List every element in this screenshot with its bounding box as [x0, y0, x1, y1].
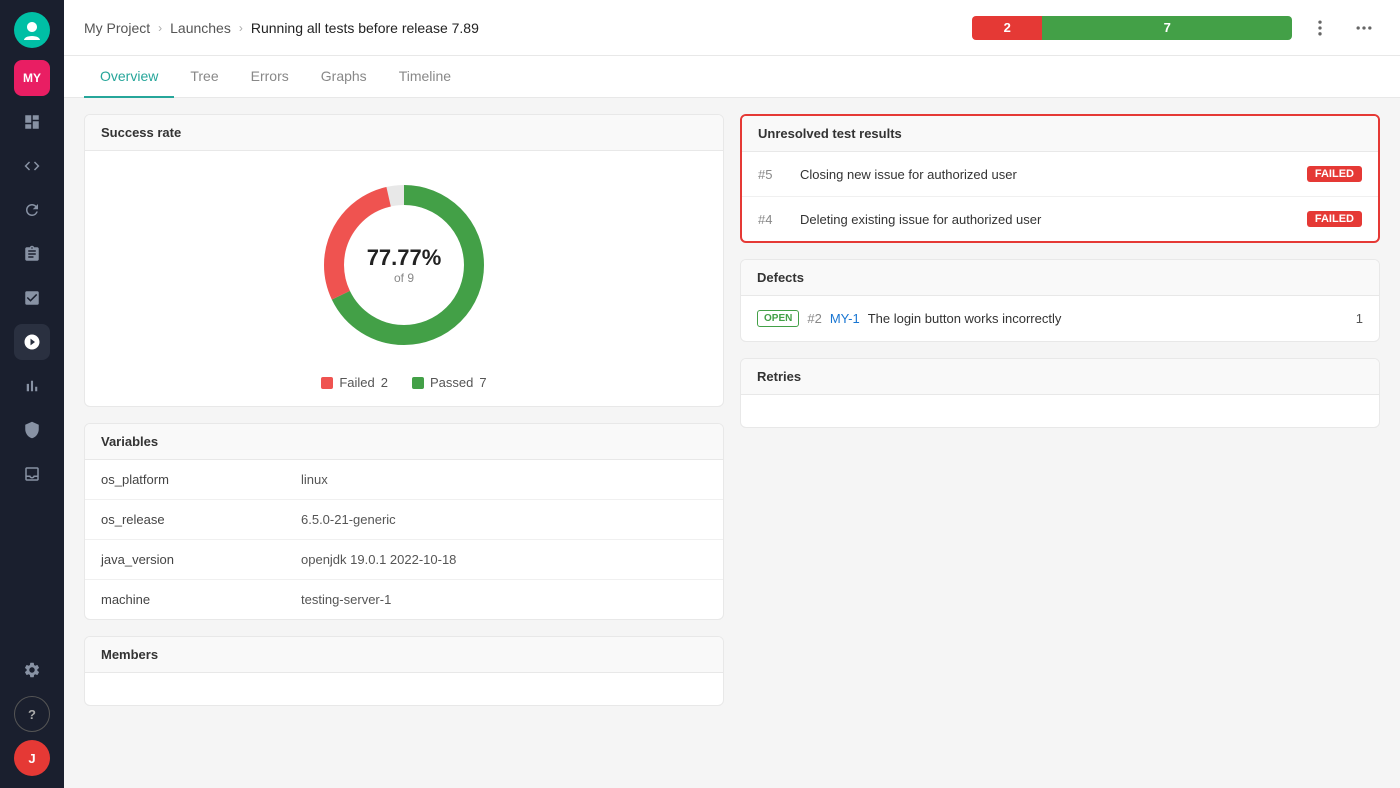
success-rate-card: Success rate 77.77% of — [84, 114, 724, 407]
defect-count: 1 — [1356, 311, 1363, 326]
header: My Project › Launches › Running all test… — [64, 0, 1400, 56]
launch-icon[interactable] — [14, 324, 50, 360]
members-body — [85, 673, 723, 705]
unresolved-name-2: Deleting existing issue for authorized u… — [800, 212, 1295, 227]
variables-body: os_platform linux os_release 6.5.0-21-ge… — [85, 460, 723, 619]
failed-badge-2: FAILED — [1307, 211, 1362, 227]
unresolved-card: Unresolved test results #5 Closing new i… — [740, 114, 1380, 243]
failed-dot — [321, 377, 333, 389]
legend-failed-label: Failed — [339, 375, 374, 390]
tab-overview[interactable]: Overview — [84, 56, 174, 98]
defect-row-1: OPEN #2 MY-1 The login button works inco… — [757, 310, 1363, 327]
unresolved-header: Unresolved test results — [742, 116, 1378, 152]
header-right: 2 7 — [972, 12, 1380, 44]
overall-progress-bar: 2 7 — [972, 16, 1292, 40]
var-row-os-platform: os_platform linux — [85, 460, 723, 500]
tab-graphs[interactable]: Graphs — [305, 56, 383, 98]
user-avatar[interactable]: J — [14, 740, 50, 776]
variables-card: Variables os_platform linux os_release 6… — [84, 423, 724, 620]
defect-name: The login button works incorrectly — [868, 311, 1348, 326]
clipboard-icon[interactable] — [14, 236, 50, 272]
breadcrumb-sep-2: › — [239, 21, 243, 35]
defect-link[interactable]: MY-1 — [830, 311, 860, 326]
main-content: My Project › Launches › Running all test… — [64, 0, 1400, 788]
more-btn[interactable] — [1348, 12, 1380, 44]
inbox-icon[interactable] — [14, 456, 50, 492]
failed-badge-1: FAILED — [1307, 166, 1362, 182]
retries-header: Retries — [741, 359, 1379, 395]
my-project-avatar[interactable]: MY — [14, 60, 50, 96]
breadcrumb-launches[interactable]: Launches — [170, 20, 231, 36]
var-key-java-version: java_version — [85, 540, 285, 579]
content-area: Success rate 77.77% of — [64, 98, 1400, 788]
unresolved-num-2: #4 — [758, 212, 788, 227]
donut-chart: 77.77% of 9 — [314, 175, 494, 355]
var-row-os-release: os_release 6.5.0-21-generic — [85, 500, 723, 540]
success-rate-header: Success rate — [85, 115, 723, 151]
tab-timeline[interactable]: Timeline — [383, 56, 467, 98]
left-column: Success rate 77.77% of — [84, 114, 724, 772]
members-header: Members — [85, 637, 723, 673]
legend-failed-value: 2 — [381, 375, 388, 390]
success-rate-body: 77.77% of 9 Failed 2 Passed — [85, 151, 723, 406]
settings-btn[interactable] — [1304, 12, 1336, 44]
right-column: Unresolved test results #5 Closing new i… — [740, 114, 1380, 772]
sidebar: MY ? J — [0, 0, 64, 788]
shield-icon[interactable] — [14, 412, 50, 448]
breadcrumb-sep-1: › — [158, 21, 162, 35]
breadcrumb: My Project › Launches › Running all test… — [84, 20, 479, 36]
passed-dot — [412, 377, 424, 389]
donut-of: of 9 — [367, 271, 442, 285]
passed-count: 7 — [1042, 16, 1292, 40]
var-row-java-version: java_version openjdk 19.0.1 2022-10-18 — [85, 540, 723, 580]
var-val-os-platform: linux — [285, 460, 723, 499]
unresolved-num-1: #5 — [758, 167, 788, 182]
tab-tree[interactable]: Tree — [174, 56, 234, 98]
unresolved-row-2: #4 Deleting existing issue for authorize… — [742, 197, 1378, 241]
var-key-os-release: os_release — [85, 500, 285, 539]
var-val-os-release: 6.5.0-21-generic — [285, 500, 723, 539]
tabs: Overview Tree Errors Graphs Timeline — [64, 56, 1400, 98]
open-badge: OPEN — [757, 310, 799, 327]
legend-passed: Passed 7 — [412, 375, 487, 390]
defects-card: Defects OPEN #2 MY-1 The login button wo… — [740, 259, 1380, 342]
donut-percent: 77.77% — [367, 245, 442, 271]
app-logo[interactable] — [14, 12, 50, 48]
settings-icon[interactable] — [14, 652, 50, 688]
var-row-machine: machine testing-server-1 — [85, 580, 723, 619]
breadcrumb-project[interactable]: My Project — [84, 20, 150, 36]
chart-legend: Failed 2 Passed 7 — [321, 375, 486, 390]
var-key-machine: machine — [85, 580, 285, 619]
help-icon[interactable]: ? — [14, 696, 50, 732]
breadcrumb-current: Running all tests before release 7.89 — [251, 20, 479, 36]
members-card: Members — [84, 636, 724, 706]
donut-center: 77.77% of 9 — [367, 245, 442, 285]
bar-chart-icon[interactable] — [14, 368, 50, 404]
defects-body: OPEN #2 MY-1 The login button works inco… — [741, 296, 1379, 341]
legend-passed-label: Passed — [430, 375, 473, 390]
unresolved-row-1: #5 Closing new issue for authorized user… — [742, 152, 1378, 197]
retries-body — [741, 395, 1379, 427]
tab-errors[interactable]: Errors — [235, 56, 305, 98]
defects-header: Defects — [741, 260, 1379, 296]
failed-count: 2 — [972, 16, 1042, 40]
refresh-icon[interactable] — [14, 192, 50, 228]
legend-passed-value: 7 — [479, 375, 486, 390]
variables-header: Variables — [85, 424, 723, 460]
dashboard-icon[interactable] — [14, 104, 50, 140]
legend-failed: Failed 2 — [321, 375, 388, 390]
unresolved-body: #5 Closing new issue for authorized user… — [742, 152, 1378, 241]
var-key-os-platform: os_platform — [85, 460, 285, 499]
var-val-java-version: openjdk 19.0.1 2022-10-18 — [285, 540, 723, 579]
defect-num: #2 — [807, 311, 821, 326]
check-square-icon[interactable] — [14, 280, 50, 316]
unresolved-name-1: Closing new issue for authorized user — [800, 167, 1295, 182]
retries-card: Retries — [740, 358, 1380, 428]
code-icon[interactable] — [14, 148, 50, 184]
var-val-machine: testing-server-1 — [285, 580, 723, 619]
